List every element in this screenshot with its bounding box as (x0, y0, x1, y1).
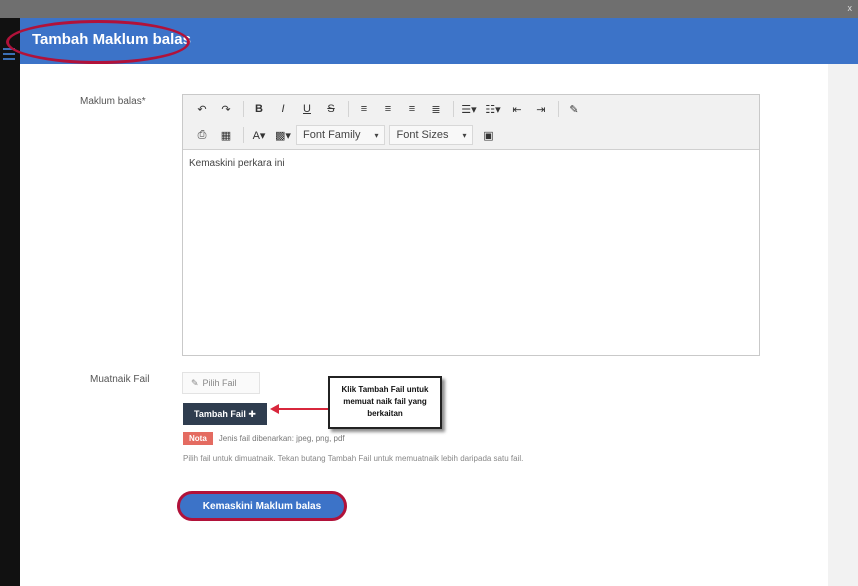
note-badge: Nota (183, 432, 213, 445)
align-center-icon[interactable]: ≡ (377, 100, 399, 118)
modal-header: Tambah Maklum balas (6, 18, 858, 64)
left-sidebar-edge (0, 18, 20, 586)
help-text: Pilih fail untuk dimuatnaik. Tekan butan… (183, 454, 524, 463)
eraser-icon[interactable]: ✎ (563, 100, 585, 118)
feedback-modal: Tambah Maklum balas Maklum balas* ↶ ↷ B … (6, 18, 858, 586)
print-icon[interactable]: ⎙ (191, 126, 213, 144)
italic-icon[interactable]: I (272, 100, 294, 118)
align-justify-icon[interactable]: ≣ (425, 100, 447, 118)
align-left-icon[interactable]: ≡ (353, 100, 375, 118)
bullet-list-icon[interactable]: ☰▾ (458, 100, 480, 118)
image-icon[interactable]: ▣ (477, 126, 499, 144)
font-size-select[interactable]: Font Sizes ▾ (389, 125, 474, 145)
bold-icon[interactable]: B (248, 100, 270, 118)
rich-text-editor[interactable]: ↶ ↷ B I U S ≡ ≡ ≡ ≣ ☰▾ ☷▾ ⇤ ⇥ ✎ ⎙ ▦ A▾ ▩… (182, 94, 760, 356)
attachment-label: Muatnaik Fail (90, 374, 150, 385)
indent-icon[interactable]: ⇥ (530, 100, 552, 118)
highlight-icon[interactable]: ▩▾ (272, 126, 294, 144)
toolbar-row-1: ↶ ↷ B I U S ≡ ≡ ≡ ≣ ☰▾ ☷▾ ⇤ ⇥ ✎ (183, 95, 759, 121)
file-picker-placeholder: Pilih Fail (202, 378, 237, 388)
close-icon[interactable]: x (848, 3, 853, 13)
font-size-label: Font Sizes (396, 129, 449, 141)
paperclip-icon: ✎ (191, 377, 199, 388)
instruction-callout: Klik Tambah Fail untuk memuat naik fail … (328, 376, 442, 429)
update-feedback-button[interactable]: Kemaskini Maklum balas (177, 491, 347, 521)
feedback-label: Maklum balas* (80, 96, 146, 107)
underline-icon[interactable]: U (296, 100, 318, 118)
modal-right-edge (828, 64, 858, 586)
toolbar-row-2: ⎙ ▦ A▾ ▩▾ Font Family ▾ Font Sizes ▾ ▣ (183, 121, 759, 147)
note-text: Jenis fail dibenarkan: jpeg, png, pdf (218, 434, 345, 443)
strikethrough-icon[interactable]: S (320, 100, 342, 118)
toolbar-divider (558, 101, 559, 117)
toolbar-divider (453, 101, 454, 117)
toolbar-divider (348, 101, 349, 117)
editor-content[interactable]: Kemaskini perkara ini (183, 150, 759, 177)
chevron-down-icon: ▾ (462, 130, 467, 140)
align-right-icon[interactable]: ≡ (401, 100, 423, 118)
table-icon[interactable]: ▦ (215, 126, 237, 144)
redo-icon[interactable]: ↷ (215, 100, 237, 118)
font-color-icon[interactable]: A▾ (248, 126, 270, 144)
numbered-list-icon[interactable]: ☷▾ (482, 100, 504, 118)
arrow-line (278, 408, 328, 410)
add-file-button[interactable]: Tambah Fail ✚ (183, 403, 267, 425)
font-family-label: Font Family (303, 129, 361, 141)
outdent-icon[interactable]: ⇤ (506, 100, 528, 118)
title-highlight-oval (6, 20, 190, 64)
undo-icon[interactable]: ↶ (191, 100, 213, 118)
chevron-down-icon: ▾ (374, 130, 379, 140)
font-family-select[interactable]: Font Family ▾ (296, 125, 386, 145)
toolbar-divider (243, 101, 244, 117)
editor-toolbar: ↶ ↷ B I U S ≡ ≡ ≡ ≣ ☰▾ ☷▾ ⇤ ⇥ ✎ ⎙ ▦ A▾ ▩… (183, 95, 759, 150)
file-picker[interactable]: ✎ Pilih Fail (182, 372, 260, 394)
window-top-strip: x (0, 0, 858, 18)
toolbar-divider (243, 127, 244, 143)
note-row: Nota Jenis fail dibenarkan: jpeg, png, p… (183, 432, 345, 445)
